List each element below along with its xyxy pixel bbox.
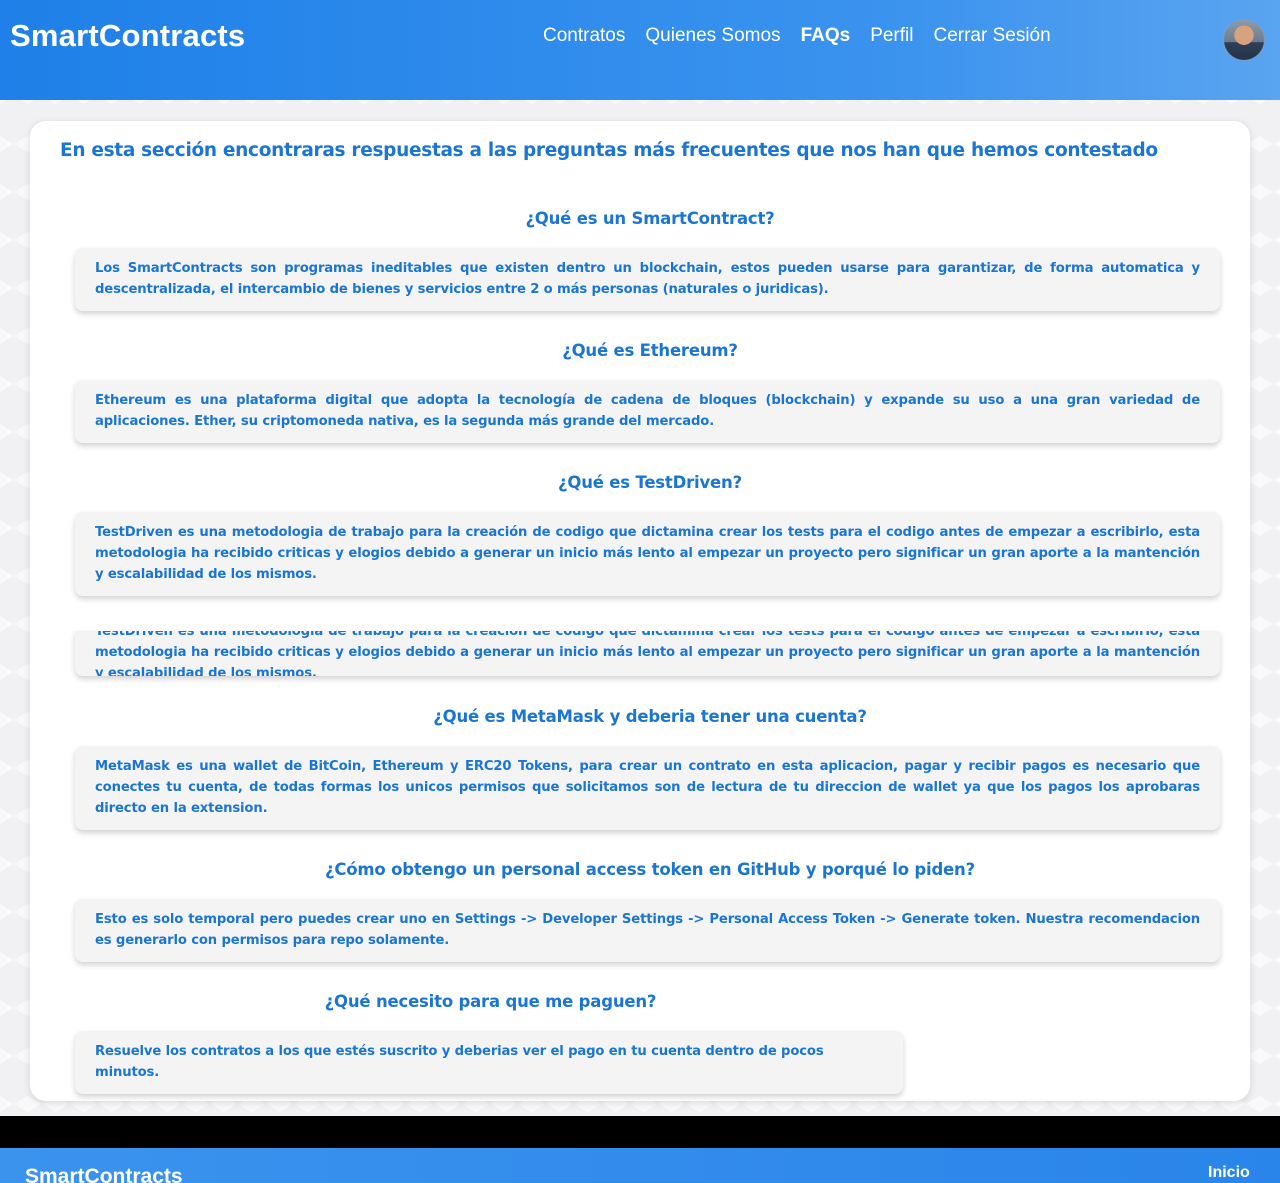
nav-cerrar-sesion[interactable]: Cerrar Sesión [933,25,1050,51]
faq-answer: TestDriven es una metodologia de trabajo… [75,512,1220,596]
footer-link-inicio[interactable]: Inicio [1208,1164,1250,1182]
footer: SmartContracts Inicio [0,1148,1280,1183]
user-avatar[interactable] [1223,19,1265,61]
faq-question: ¿Qué es MetaMask y deberia tener una cue… [433,707,867,726]
nav-perfil[interactable]: Perfil [870,25,913,51]
faq-answer: MetaMask es una wallet de BitCoin, Ether… [75,746,1220,830]
nav-quienes-somos[interactable]: Quienes Somos [645,25,780,51]
faq-question: ¿Qué es un SmartContract? [525,209,775,228]
top-navbar: SmartContracts Contratos Quienes Somos F… [0,0,1280,100]
faq-answer: Resuelve los contratos a los que estés s… [75,1031,903,1094]
faq-answer-duplicate-text: TestDriven es una metodologia de trabajo… [95,631,1200,676]
faq-answer-duplicate-fragment: TestDriven es una metodologia de trabajo… [75,631,1220,676]
nav-contratos[interactable]: Contratos [543,25,625,51]
faq-question: ¿Cómo obtengo un personal access token e… [325,860,975,879]
footer-brand[interactable]: SmartContracts [25,1165,183,1183]
faq-card: En esta sección encontraras respuestas a… [30,121,1250,1101]
brand-logo[interactable]: SmartContracts [10,18,245,54]
page-title: En esta sección encontraras respuestas a… [60,140,1158,161]
faq-question: ¿Qué necesito para que me paguen? [324,992,657,1011]
faq-question: ¿Qué es TestDriven? [558,473,742,492]
footer-divider [0,1116,1280,1148]
faq-answer: Los SmartContracts son programas inedita… [75,248,1220,311]
faq-answer: Ethereum es una plataforma digital que a… [75,380,1220,443]
nav-faqs[interactable]: FAQs [801,25,851,51]
main-nav: Contratos Quienes Somos FAQs Perfil Cerr… [543,25,1051,51]
faq-question: ¿Qué es Ethereum? [562,341,738,360]
faq-answer: Esto es solo temporal pero puedes crear … [75,899,1220,962]
